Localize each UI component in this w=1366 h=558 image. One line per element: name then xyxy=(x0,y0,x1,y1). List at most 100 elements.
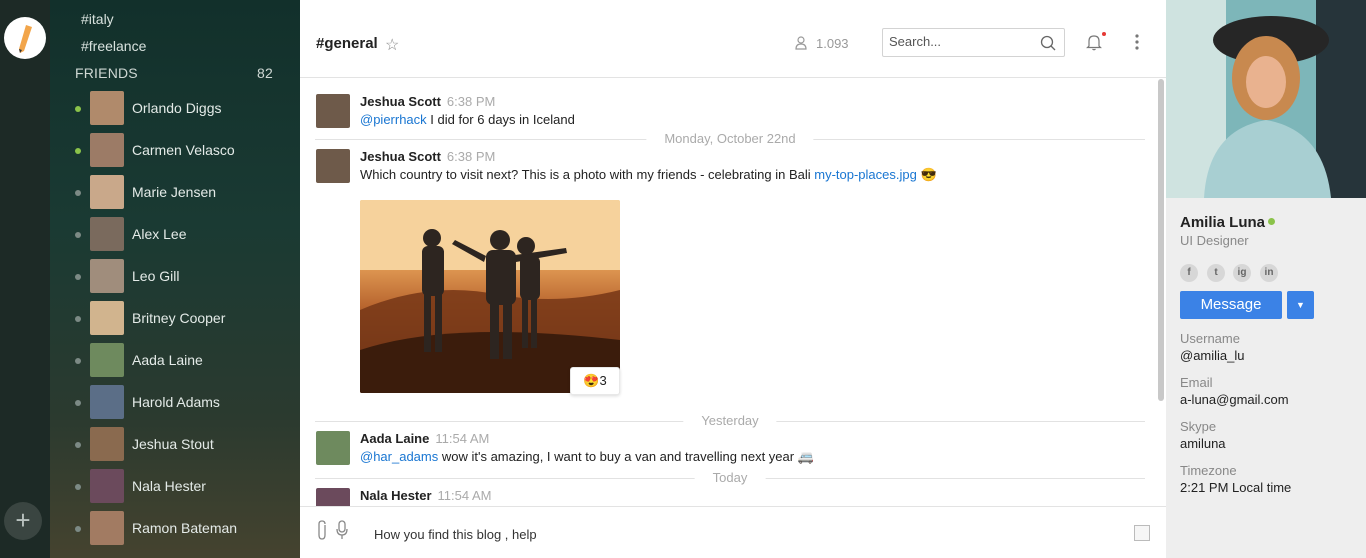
friends-header: FRIENDS 82 xyxy=(75,65,273,81)
mention-link[interactable]: @pierrhack xyxy=(360,112,427,127)
reaction-badge[interactable]: 😍3 xyxy=(570,367,620,395)
date-divider-label: Yesterday xyxy=(683,413,777,428)
friend-name: Alex Lee xyxy=(132,226,187,242)
avatar xyxy=(90,343,124,377)
channel-italy[interactable]: #italy xyxy=(81,11,114,27)
message-time: 11:54 AM xyxy=(435,431,490,446)
friend-item[interactable]: Harold Adams xyxy=(75,385,295,421)
message-header: Jeshua Scott 6:38 PM xyxy=(360,149,495,164)
timezone-value: 2:21 PM Local time xyxy=(1180,480,1292,495)
chat-header: #general ☆ 1.093 xyxy=(300,0,1166,78)
message-input[interactable]: How you find this blog , help xyxy=(374,527,537,542)
presence-dot xyxy=(75,442,81,448)
friend-item[interactable]: Jeshua Stout xyxy=(75,427,295,463)
member-count: 1.093 xyxy=(816,36,849,51)
message-dropdown-button[interactable]: ▼ xyxy=(1287,291,1314,319)
message-body: I did for 6 days in Iceland xyxy=(426,112,575,127)
message-button[interactable]: Message xyxy=(1180,291,1282,319)
app-logo[interactable] xyxy=(4,17,46,59)
avatar[interactable] xyxy=(316,94,350,128)
avatar xyxy=(90,175,124,209)
friend-name: Nala Hester xyxy=(132,478,206,494)
avatar[interactable] xyxy=(316,431,350,465)
presence-dot xyxy=(75,148,81,154)
friend-name: Orlando Diggs xyxy=(132,100,222,116)
attachment-link[interactable]: my-top-places.jpg xyxy=(814,167,917,182)
friend-item[interactable]: Alex Lee xyxy=(75,217,295,253)
friend-name: Marie Jensen xyxy=(132,184,217,200)
notification-dot xyxy=(1102,32,1106,36)
paperclip-icon[interactable] xyxy=(316,519,328,541)
friend-name: Harold Adams xyxy=(132,394,220,410)
presence-dot xyxy=(75,400,81,406)
profile-person-image xyxy=(1166,0,1366,198)
friend-item[interactable]: Carmen Velasco xyxy=(75,133,295,169)
date-divider: Monday, October 22nd xyxy=(315,131,1145,146)
app-rail: + xyxy=(0,0,50,558)
friend-item[interactable]: Ramon Bateman xyxy=(75,511,295,547)
profile-title: UI Designer xyxy=(1180,233,1249,248)
message-body: wow it's amazing, I want to buy a van an… xyxy=(438,449,798,464)
avatar xyxy=(90,133,124,167)
attached-photo[interactable] xyxy=(360,200,620,393)
presence-dot xyxy=(75,484,81,490)
presence-dot xyxy=(75,106,81,112)
instagram-icon[interactable]: ig xyxy=(1233,264,1251,282)
skype-value: amiluna xyxy=(1180,436,1226,451)
feed-scrollbar[interactable] xyxy=(1158,79,1164,401)
avatar[interactable] xyxy=(316,149,350,183)
profile-photo xyxy=(1166,0,1366,198)
presence-dot xyxy=(75,274,81,280)
channel-freelance[interactable]: #freelance xyxy=(81,38,146,54)
friend-item[interactable]: Aada Laine xyxy=(75,343,295,379)
presence-dot xyxy=(75,190,81,196)
friend-item[interactable]: Britney Cooper xyxy=(75,301,295,337)
username-value: @amilia_lu xyxy=(1180,348,1245,363)
presence-dot xyxy=(75,232,81,238)
mention-link[interactable]: @har_adams xyxy=(360,449,438,464)
email-value[interactable]: a-luna@gmail.com xyxy=(1180,392,1289,407)
linkedin-icon[interactable]: in xyxy=(1260,264,1278,282)
message-header: Nala Hester 11:54 AM xyxy=(360,488,492,503)
send-icon[interactable] xyxy=(1134,525,1150,541)
star-icon[interactable]: ☆ xyxy=(385,35,399,55)
presence-dot xyxy=(75,358,81,364)
message-body: Which country to visit next? This is a p… xyxy=(360,167,815,182)
message-author[interactable]: Aada Laine xyxy=(360,431,429,446)
message-author[interactable]: Nala Hester xyxy=(360,488,432,503)
friend-item[interactable]: Leo Gill xyxy=(75,259,295,295)
friend-name: Leo Gill xyxy=(132,268,180,284)
presence-dot xyxy=(75,526,81,532)
date-divider-label: Today xyxy=(694,470,766,485)
bell-icon[interactable] xyxy=(1086,33,1102,51)
friend-item[interactable]: Nala Hester xyxy=(75,469,295,505)
avatar xyxy=(90,511,124,545)
presence-dot xyxy=(75,316,81,322)
username-label: Username xyxy=(1180,331,1240,346)
message-author[interactable]: Jeshua Scott xyxy=(360,149,441,164)
microphone-icon[interactable] xyxy=(336,519,348,541)
message-text: @pierrhack I did for 6 days in Iceland xyxy=(360,112,575,127)
friends-silhouette-image xyxy=(360,200,620,393)
twitter-icon[interactable]: t xyxy=(1207,264,1225,282)
sidebar: #italy #freelance FRIENDS 82 Orlando Dig… xyxy=(50,0,300,558)
message-author[interactable]: Jeshua Scott xyxy=(360,94,441,109)
message-header: Jeshua Scott 6:38 PM xyxy=(360,94,495,109)
avatar xyxy=(90,301,124,335)
user-icon xyxy=(795,36,807,50)
avatar[interactable] xyxy=(316,488,350,506)
search-box xyxy=(882,28,1065,57)
facebook-icon[interactable]: f xyxy=(1180,264,1198,282)
profile-panel: Amilia Luna UI Designer f t ig in Messag… xyxy=(1166,0,1366,558)
friend-item[interactable]: Orlando Diggs xyxy=(75,91,295,127)
message-text: @har_adams wow it's amazing, I want to b… xyxy=(360,449,814,465)
timezone-label: Timezone xyxy=(1180,463,1237,478)
friend-item[interactable]: Marie Jensen xyxy=(75,175,295,211)
search-input[interactable] xyxy=(889,34,1034,49)
message-header: Aada Laine 11:54 AM xyxy=(360,431,489,446)
more-vertical-icon[interactable] xyxy=(1132,33,1142,53)
online-status-dot xyxy=(1268,218,1275,225)
add-workspace-button[interactable]: + xyxy=(4,502,42,540)
search-icon[interactable] xyxy=(1040,35,1056,51)
friend-name: Aada Laine xyxy=(132,352,203,368)
